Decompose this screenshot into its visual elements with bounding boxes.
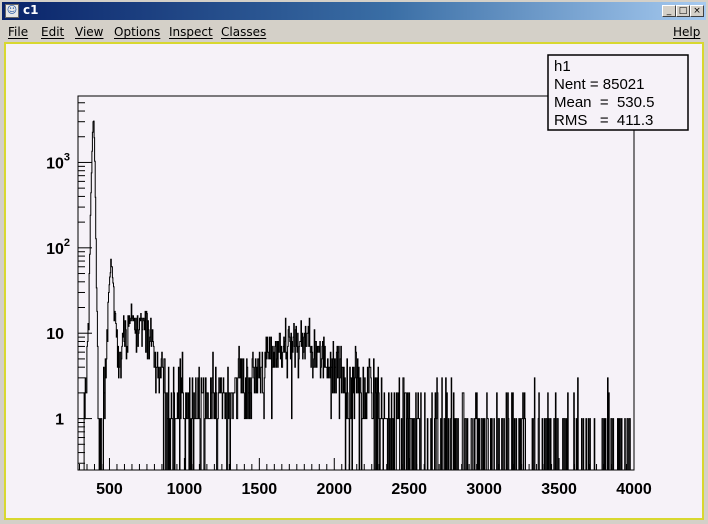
menu-help[interactable]: Help xyxy=(673,25,700,39)
stats-box[interactable]: h1 Nent = 85021 Mean = 530.5 RMS = 411.3 xyxy=(547,54,689,131)
menu-file[interactable]: File xyxy=(8,25,28,39)
histogram-plot[interactable]: 500 1000 1500 2000 2500 3000 3500 4000 1 10 102 10… xyxy=(6,44,702,518)
stats-box-nent: Nent = 85021 xyxy=(554,76,645,93)
close-button[interactable]: × xyxy=(690,5,704,17)
x-tick-label: 3500 xyxy=(541,481,577,498)
menu-view[interactable]: View xyxy=(75,25,103,39)
x-tick-label: 1000 xyxy=(167,481,203,498)
menu-classes[interactable]: Classes xyxy=(221,25,266,39)
stats-box-mean: Mean = 530.5 xyxy=(554,94,655,111)
x-tick-label: 1500 xyxy=(242,481,278,498)
y-tick-label: 102 xyxy=(46,237,70,258)
menu-bar: File Edit View Options Inspect Classes H… xyxy=(2,22,706,42)
app-icon: ☺ xyxy=(5,4,19,18)
x-tick-label: 500 xyxy=(96,481,123,498)
x-tick-label: 4000 xyxy=(616,481,652,498)
y-tick-label: 10 xyxy=(46,326,64,343)
maximize-button[interactable]: □ xyxy=(676,5,690,17)
stats-box-name: h1 xyxy=(554,58,571,75)
window-title: c1 xyxy=(23,3,39,17)
menu-inspect[interactable]: Inspect xyxy=(169,25,213,39)
menu-options[interactable]: Options xyxy=(114,25,160,39)
x-tick-label: 3000 xyxy=(466,481,502,498)
canvas-frame[interactable]: 500 1000 1500 2000 2500 3000 3500 4000 1 10 102 10… xyxy=(4,42,704,520)
plot-frame xyxy=(77,95,635,471)
plot-area xyxy=(77,95,635,471)
y-tick-label: 103 xyxy=(46,151,70,172)
minimize-button[interactable]: _ xyxy=(662,5,676,17)
root-window: ☺ c1 _ □ × File Edit View Options Inspec… xyxy=(0,0,708,524)
x-tick-label: 2500 xyxy=(391,481,427,498)
x-tick-label: 2000 xyxy=(316,481,352,498)
menu-edit[interactable]: Edit xyxy=(41,25,64,39)
stats-box-rms: RMS = 411.3 xyxy=(554,112,653,129)
y-tick-label: 1 xyxy=(55,412,64,429)
title-bar[interactable]: ☺ c1 _ □ × xyxy=(2,2,706,20)
